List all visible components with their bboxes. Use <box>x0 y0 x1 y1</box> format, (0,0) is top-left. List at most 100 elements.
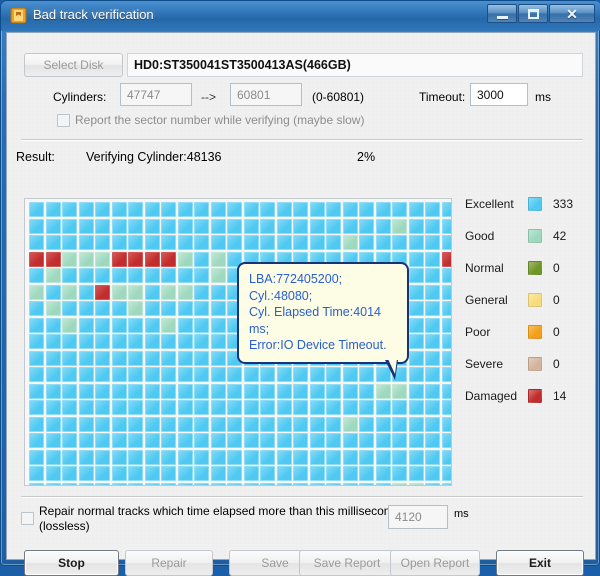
cell-excellent[interactable] <box>425 252 440 267</box>
cell-excellent[interactable] <box>359 433 374 448</box>
cell-excellent[interactable] <box>293 417 308 432</box>
cell-excellent[interactable] <box>46 202 61 217</box>
cell-excellent[interactable] <box>293 367 308 382</box>
cell-excellent[interactable] <box>161 301 176 316</box>
cell-excellent[interactable] <box>442 483 453 487</box>
cell-excellent[interactable] <box>161 334 176 349</box>
cell-excellent[interactable] <box>359 235 374 250</box>
cell-excellent[interactable] <box>161 219 176 234</box>
disk-display-field[interactable]: HD0:ST350041ST3500413AS(466GB) <box>127 53 583 77</box>
cell-excellent[interactable] <box>29 318 44 333</box>
cell-excellent[interactable] <box>326 466 341 481</box>
cell-excellent[interactable] <box>425 417 440 432</box>
cell-excellent[interactable] <box>376 400 391 415</box>
cell-excellent[interactable] <box>62 466 77 481</box>
cell-excellent[interactable] <box>194 318 209 333</box>
cell-excellent[interactable] <box>29 400 44 415</box>
cell-excellent[interactable] <box>46 351 61 366</box>
cell-excellent[interactable] <box>128 235 143 250</box>
cell-excellent[interactable] <box>343 202 358 217</box>
cell-excellent[interactable] <box>112 367 127 382</box>
cell-excellent[interactable] <box>211 351 226 366</box>
close-button[interactable]: ✕ <box>549 4 595 23</box>
cell-excellent[interactable] <box>376 202 391 217</box>
cell-excellent[interactable] <box>95 235 110 250</box>
cell-excellent[interactable] <box>211 285 226 300</box>
cell-excellent[interactable] <box>46 466 61 481</box>
cell-excellent[interactable] <box>178 384 193 399</box>
cell-good[interactable] <box>161 285 176 300</box>
repair-threshold-input[interactable]: 4120 <box>388 505 448 529</box>
cell-excellent[interactable] <box>161 417 176 432</box>
cell-excellent[interactable] <box>128 219 143 234</box>
cell-excellent[interactable] <box>145 400 160 415</box>
cell-excellent[interactable] <box>95 400 110 415</box>
cell-excellent[interactable] <box>425 433 440 448</box>
cell-excellent[interactable] <box>442 384 453 399</box>
cell-excellent[interactable] <box>343 433 358 448</box>
cell-excellent[interactable] <box>194 433 209 448</box>
cell-excellent[interactable] <box>244 219 259 234</box>
cell-excellent[interactable] <box>194 301 209 316</box>
cell-excellent[interactable] <box>277 235 292 250</box>
cell-excellent[interactable] <box>46 400 61 415</box>
cell-excellent[interactable] <box>29 268 44 283</box>
cell-excellent[interactable] <box>409 301 424 316</box>
cell-excellent[interactable] <box>343 219 358 234</box>
cell-excellent[interactable] <box>128 450 143 465</box>
cell-excellent[interactable] <box>112 483 127 487</box>
cell-excellent[interactable] <box>310 433 325 448</box>
cell-excellent[interactable] <box>29 433 44 448</box>
cell-excellent[interactable] <box>376 219 391 234</box>
cell-excellent[interactable] <box>194 351 209 366</box>
cell-good[interactable] <box>392 483 407 487</box>
cell-excellent[interactable] <box>326 400 341 415</box>
cell-excellent[interactable] <box>161 433 176 448</box>
cell-excellent[interactable] <box>95 417 110 432</box>
cell-excellent[interactable] <box>227 202 242 217</box>
cell-excellent[interactable] <box>128 384 143 399</box>
cell-excellent[interactable] <box>425 219 440 234</box>
cell-excellent[interactable] <box>211 202 226 217</box>
cell-excellent[interactable] <box>194 466 209 481</box>
cell-excellent[interactable] <box>425 301 440 316</box>
timeout-input[interactable]: 3000 <box>470 83 528 106</box>
cell-excellent[interactable] <box>161 367 176 382</box>
cell-excellent[interactable] <box>244 235 259 250</box>
cell-excellent[interactable] <box>194 334 209 349</box>
cell-excellent[interactable] <box>128 202 143 217</box>
cell-excellent[interactable] <box>95 384 110 399</box>
cell-damaged[interactable] <box>161 252 176 267</box>
cell-excellent[interactable] <box>376 466 391 481</box>
cell-excellent[interactable] <box>343 483 358 487</box>
cell-good[interactable] <box>29 285 44 300</box>
cell-excellent[interactable] <box>29 235 44 250</box>
cell-excellent[interactable] <box>442 466 453 481</box>
cell-excellent[interactable] <box>95 450 110 465</box>
cell-good[interactable] <box>392 219 407 234</box>
cell-excellent[interactable] <box>326 367 341 382</box>
cell-excellent[interactable] <box>161 466 176 481</box>
cell-excellent[interactable] <box>194 384 209 399</box>
cell-excellent[interactable] <box>29 367 44 382</box>
cell-excellent[interactable] <box>211 367 226 382</box>
cell-excellent[interactable] <box>425 384 440 399</box>
cell-excellent[interactable] <box>277 483 292 487</box>
cell-excellent[interactable] <box>161 235 176 250</box>
cell-excellent[interactable] <box>194 400 209 415</box>
cell-excellent[interactable] <box>425 450 440 465</box>
cell-good[interactable] <box>62 252 77 267</box>
cell-excellent[interactable] <box>211 235 226 250</box>
cell-excellent[interactable] <box>112 450 127 465</box>
cell-excellent[interactable] <box>128 466 143 481</box>
cell-excellent[interactable] <box>442 219 453 234</box>
cell-excellent[interactable] <box>178 268 193 283</box>
cell-excellent[interactable] <box>46 219 61 234</box>
cell-excellent[interactable] <box>343 367 358 382</box>
cell-excellent[interactable] <box>409 334 424 349</box>
cell-excellent[interactable] <box>29 202 44 217</box>
cell-excellent[interactable] <box>178 466 193 481</box>
cell-damaged[interactable] <box>29 252 44 267</box>
cell-excellent[interactable] <box>145 268 160 283</box>
cell-excellent[interactable] <box>293 235 308 250</box>
